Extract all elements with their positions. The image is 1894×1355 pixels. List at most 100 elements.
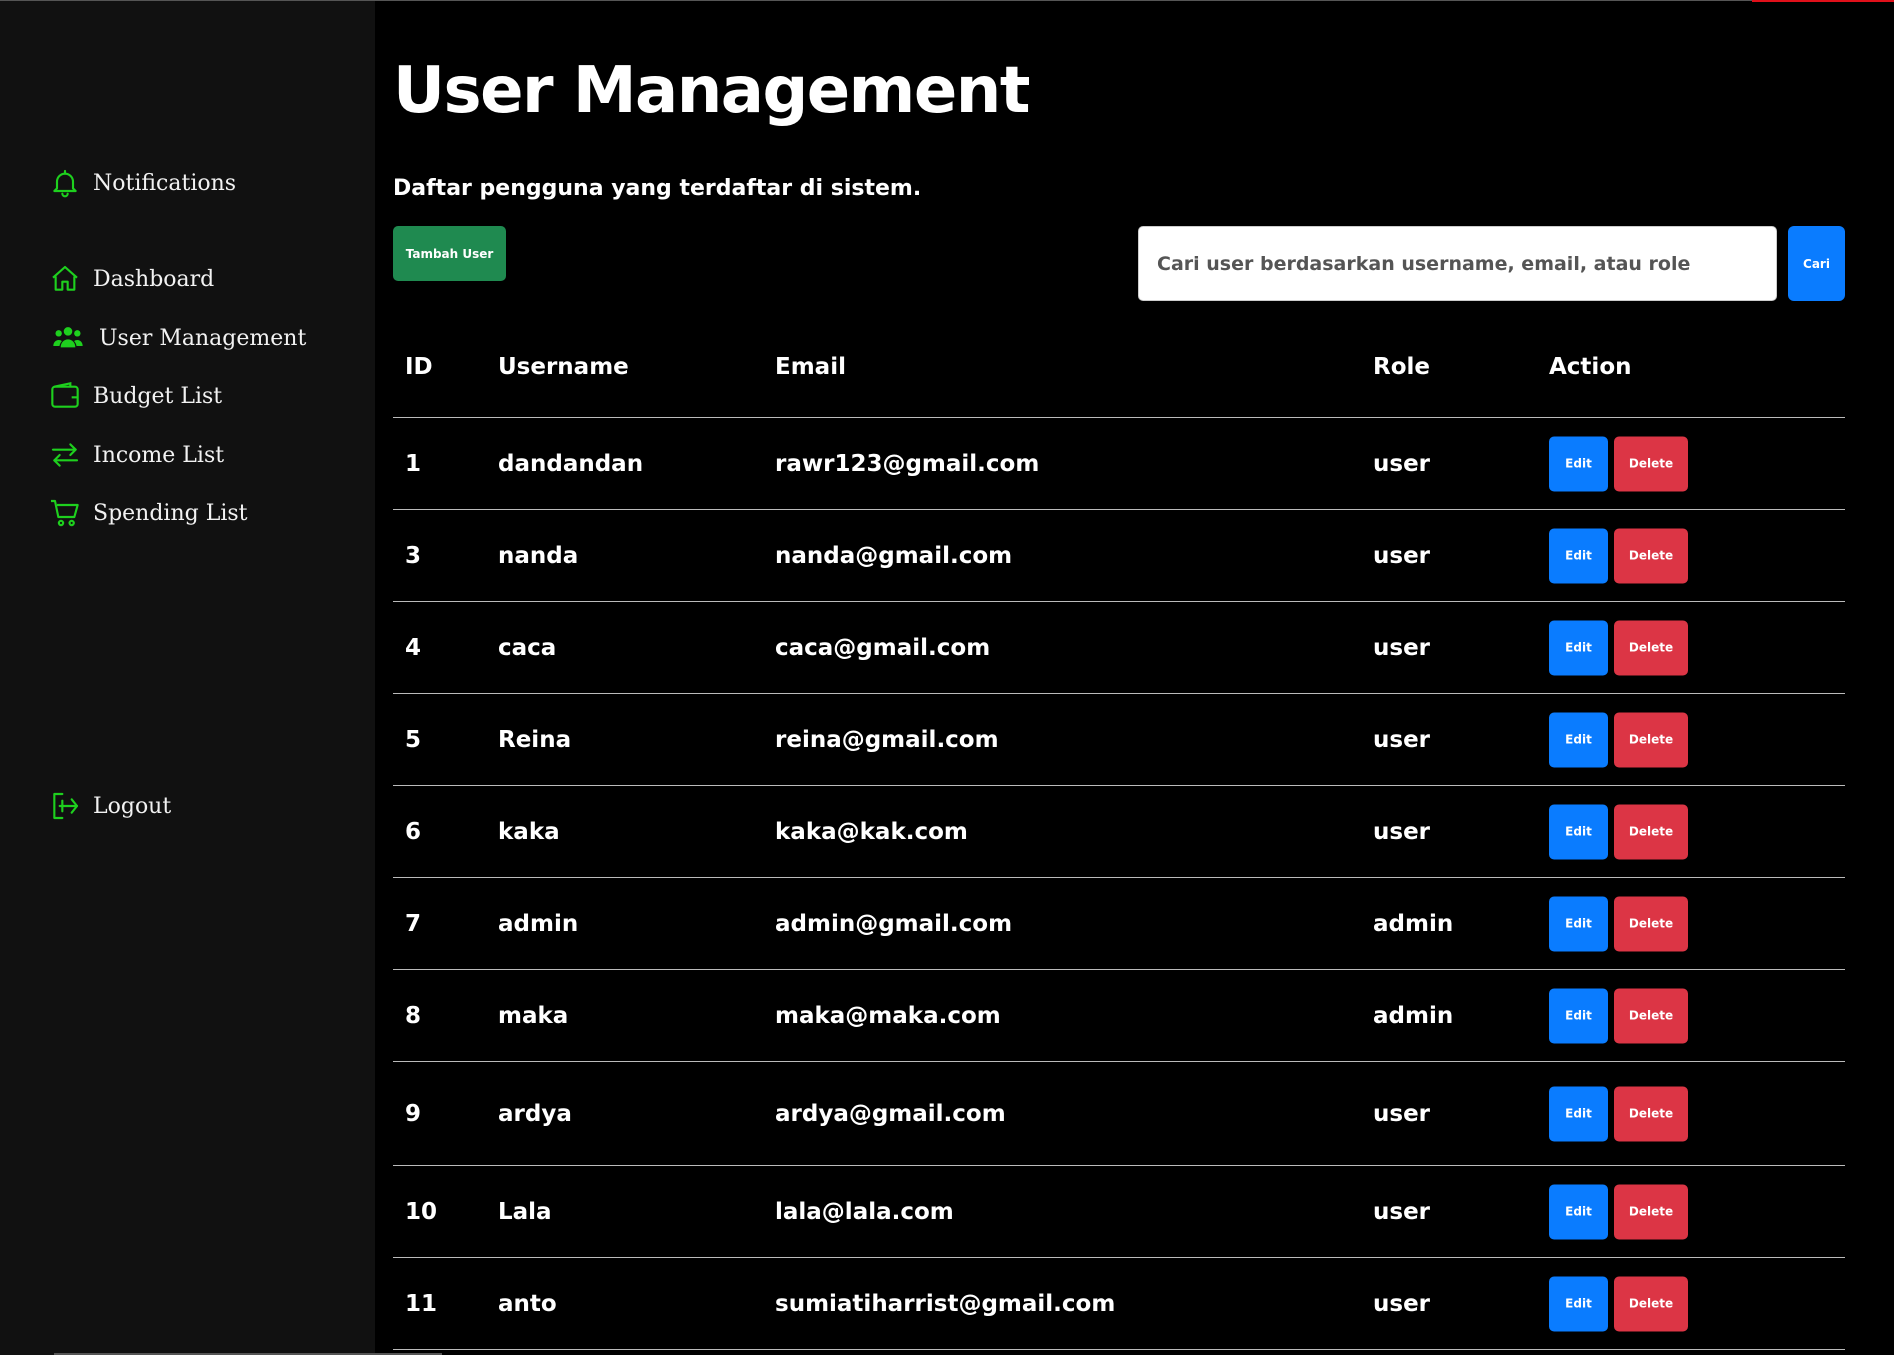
- cell-username: kaka: [498, 818, 560, 845]
- cell-role: admin: [1373, 1002, 1454, 1029]
- cell-role: user: [1373, 450, 1431, 477]
- delete-button[interactable]: Delete: [1614, 436, 1688, 491]
- bell-icon: [53, 169, 77, 198]
- cell-role: user: [1373, 1290, 1431, 1317]
- edit-button[interactable]: Edit: [1549, 436, 1608, 491]
- delete-button[interactable]: Delete: [1614, 804, 1688, 859]
- cell-actions: Edit Delete: [1549, 528, 1688, 583]
- cart-icon: [51, 499, 79, 527]
- cell-email: admin@gmail.com: [775, 910, 1013, 937]
- column-header-action: Action: [1549, 354, 1632, 380]
- column-header-role: Role: [1373, 354, 1430, 380]
- cell-username: admin: [498, 910, 579, 937]
- column-header-email: Email: [775, 354, 846, 380]
- search-input[interactable]: [1138, 226, 1777, 301]
- search-button[interactable]: Cari: [1788, 226, 1845, 301]
- users-icon: [53, 327, 83, 348]
- delete-button[interactable]: Delete: [1614, 620, 1688, 675]
- cell-id: 5: [405, 726, 422, 753]
- cell-actions: Edit Delete: [1549, 896, 1688, 951]
- table-row: 1 dandandan rawr123@gmail.com user Edit Delet…: [393, 418, 1845, 510]
- cell-actions: Edit Delete: [1549, 712, 1688, 767]
- user-table: ID Username Email Role Action 1 dandandan…: [393, 340, 1845, 1350]
- cell-email: reina@gmail.com: [775, 726, 999, 753]
- transfer-icon: [51, 443, 79, 467]
- edit-button[interactable]: Edit: [1549, 988, 1608, 1043]
- edit-button[interactable]: Edit: [1549, 528, 1608, 583]
- table-header: ID Username Email Role Action: [393, 340, 1845, 418]
- delete-button[interactable]: Delete: [1614, 988, 1688, 1043]
- cell-role: user: [1373, 542, 1431, 569]
- cell-role: user: [1373, 634, 1431, 661]
- table-row: 7 admin admin@gmail.com admin Edit Delete: [393, 878, 1845, 970]
- table-row: 8 maka maka@maka.com admin Edit Delete: [393, 970, 1845, 1062]
- cell-actions: Edit Delete: [1549, 1086, 1688, 1141]
- table-row: 4 caca caca@gmail.com user Edit Delete: [393, 602, 1845, 694]
- page-title: User Management: [393, 54, 1030, 128]
- cell-actions: Edit Delete: [1549, 804, 1688, 859]
- sidebar-item-logout[interactable]: Logout: [49, 790, 171, 822]
- edit-button[interactable]: Edit: [1549, 896, 1608, 951]
- cell-role: admin: [1373, 910, 1454, 937]
- cell-id: 1: [405, 450, 422, 477]
- table-row: 11 anto sumiatiharrist@gmail.com user Edit De…: [393, 1258, 1845, 1350]
- cell-id: 6: [405, 818, 422, 845]
- delete-button[interactable]: Delete: [1614, 1086, 1688, 1141]
- cell-email: caca@gmail.com: [775, 634, 991, 661]
- table-row: 10 Lala lala@lala.com user Edit Delete: [393, 1166, 1845, 1258]
- delete-button[interactable]: Delete: [1614, 712, 1688, 767]
- cell-id: 4: [405, 634, 422, 661]
- sidebar-item-budget-list[interactable]: Budget List: [49, 380, 222, 412]
- table-row: 3 nanda nanda@gmail.com user Edit Delete: [393, 510, 1845, 602]
- cell-username: ardya: [498, 1100, 572, 1127]
- cell-role: user: [1373, 1100, 1431, 1127]
- cell-email: ardya@gmail.com: [775, 1100, 1006, 1127]
- cell-username: dandandan: [498, 450, 644, 477]
- sidebar-item-label: Spending List: [93, 500, 248, 526]
- page-subtitle: Daftar pengguna yang terdaftar di sistem…: [393, 176, 922, 201]
- cell-email: sumiatiharrist@gmail.com: [775, 1290, 1116, 1317]
- add-user-button[interactable]: Tambah User: [393, 226, 506, 281]
- cell-id: 8: [405, 1002, 422, 1029]
- cell-actions: Edit Delete: [1549, 436, 1688, 491]
- sidebar-item-label: Income List: [93, 442, 225, 468]
- column-header-id: ID: [405, 354, 433, 380]
- cell-email: rawr123@gmail.com: [775, 450, 1040, 477]
- sidebar: Notifications Dashboard User Management …: [0, 1, 375, 1355]
- delete-button[interactable]: Delete: [1614, 896, 1688, 951]
- edit-button[interactable]: Edit: [1549, 804, 1608, 859]
- edit-button[interactable]: Edit: [1549, 712, 1608, 767]
- sidebar-item-notifications[interactable]: Notifications: [49, 167, 236, 199]
- cell-username: Lala: [498, 1198, 552, 1225]
- cell-role: user: [1373, 818, 1431, 845]
- main-content: User Management Daftar pengguna yang ter…: [375, 0, 1894, 1355]
- cell-username: Reina: [498, 726, 572, 753]
- sidebar-item-label: Notifications: [93, 170, 237, 196]
- cell-email: maka@maka.com: [775, 1002, 1001, 1029]
- edit-button[interactable]: Edit: [1549, 1086, 1608, 1141]
- sidebar-item-spending-list[interactable]: Spending List: [49, 497, 247, 529]
- edit-button[interactable]: Edit: [1549, 1276, 1608, 1331]
- edit-button[interactable]: Edit: [1549, 1184, 1608, 1239]
- sidebar-item-income-list[interactable]: Income List: [49, 439, 224, 471]
- cell-actions: Edit Delete: [1549, 988, 1688, 1043]
- cell-actions: Edit Delete: [1549, 1276, 1688, 1331]
- cell-username: maka: [498, 1002, 569, 1029]
- cell-username: anto: [498, 1290, 557, 1317]
- table-row: 9 ardya ardya@gmail.com user Edit Delete: [393, 1062, 1845, 1166]
- delete-button[interactable]: Delete: [1614, 528, 1688, 583]
- delete-button[interactable]: Delete: [1614, 1276, 1688, 1331]
- cell-id: 3: [405, 542, 422, 569]
- cell-id: 9: [405, 1100, 422, 1127]
- sidebar-item-label: User Management: [99, 325, 307, 351]
- delete-button[interactable]: Delete: [1614, 1184, 1688, 1239]
- cell-username: caca: [498, 634, 557, 661]
- cell-actions: Edit Delete: [1549, 1184, 1688, 1239]
- cell-id: 7: [405, 910, 422, 937]
- sidebar-item-user-management[interactable]: User Management: [49, 322, 306, 354]
- edit-button[interactable]: Edit: [1549, 620, 1608, 675]
- table-row: 5 Reina reina@gmail.com user Edit Delete: [393, 694, 1845, 786]
- sidebar-item-dashboard[interactable]: Dashboard: [49, 263, 214, 295]
- cell-role: user: [1373, 726, 1431, 753]
- cell-role: user: [1373, 1198, 1431, 1225]
